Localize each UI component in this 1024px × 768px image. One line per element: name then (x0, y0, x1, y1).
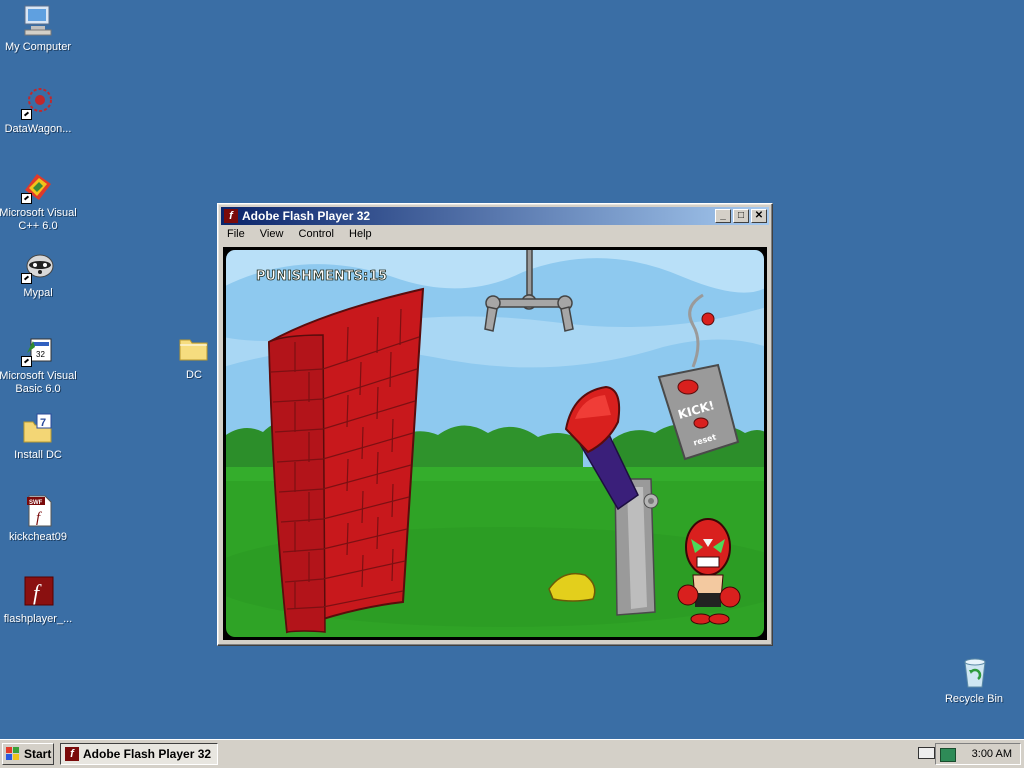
desktop-icon-visual-cpp[interactable]: Microsoft Visual C++ 6.0 (0, 170, 78, 233)
flash-icon: f (65, 747, 79, 761)
menubar: File View Control Help (221, 226, 769, 244)
menu-help[interactable]: Help (343, 226, 378, 240)
desktop-icon-install-dc[interactable]: 7 Install DC (0, 412, 78, 462)
recycle-bin-icon (957, 656, 991, 690)
windows-logo-icon (6, 747, 19, 760)
window-title: Adobe Flash Player 32 (242, 209, 371, 223)
taskbar-item-label: Adobe Flash Player 32 (83, 747, 212, 761)
desktop-icon-label: flashplayer_... (3, 613, 73, 625)
desktop-icon-label: Microsoft Visual Basic 6.0 (0, 370, 77, 395)
visual-cpp-icon (21, 170, 55, 204)
minimize-button[interactable]: _ (715, 209, 731, 223)
window-titlebar[interactable]: f Adobe Flash Player 32 _ □ ✕ (221, 207, 769, 225)
desktop-icon-my-computer[interactable]: My Computer (0, 4, 78, 54)
menu-control[interactable]: Control (293, 226, 340, 240)
system-tray: 3:00 AM (935, 743, 1021, 765)
desktop-icon-label: Microsoft Visual C++ 6.0 (0, 207, 77, 232)
flash-player-window[interactable]: f Adobe Flash Player 32 _ □ ✕ File View … (217, 203, 773, 646)
score-value: 15 (369, 269, 387, 284)
flash-stage[interactable]: PUNISHMENTS: 15 KICK! reset (223, 247, 767, 640)
computer-icon (21, 4, 55, 38)
start-label: Start (24, 747, 52, 761)
network-icon[interactable] (940, 748, 956, 762)
desktop-icon-label: My Computer (4, 41, 72, 53)
taskbar-item-flash-player[interactable]: f Adobe Flash Player 32 (60, 743, 218, 765)
mypal-icon (21, 250, 55, 284)
svg-text:SWF: SWF (29, 500, 43, 506)
keyboard-icon[interactable] (918, 747, 935, 759)
flash-icon: f (224, 209, 238, 223)
score-label: PUNISHMENTS: (256, 269, 368, 284)
clock[interactable]: 3:00 AM (972, 748, 1012, 760)
visual-basic-icon: 32 (21, 333, 55, 367)
menu-file[interactable]: File (221, 226, 251, 240)
desktop-icon-recycle-bin[interactable]: Recycle Bin (934, 656, 1014, 706)
svg-text:32: 32 (36, 350, 45, 359)
desktop-icon-label: Recycle Bin (944, 693, 1004, 705)
svg-text:7: 7 (40, 417, 46, 429)
taskbar: Start f Adobe Flash Player 32 3:00 AM (0, 739, 1024, 768)
start-button[interactable]: Start (2, 743, 54, 765)
datawagon-icon (21, 86, 55, 120)
desktop-icon-label: kickcheat09 (8, 531, 68, 543)
folder-icon (177, 332, 211, 366)
desktop-icon-kickcheat09[interactable]: SWF f kickcheat09 (0, 494, 78, 544)
swf-file-icon: SWF f (21, 494, 55, 528)
maximize-button[interactable]: □ (733, 209, 749, 223)
desktop-icon-visual-basic[interactable]: 32 Microsoft Visual Basic 6.0 (0, 333, 78, 396)
desktop-icon-mypal[interactable]: Mypal (0, 250, 78, 300)
desktop-icon-label: Mypal (23, 287, 53, 299)
desktop-icon-label: Install DC (14, 449, 62, 461)
desktop-icon-datawagon[interactable]: DataWagon... (0, 86, 78, 136)
desktop-icon-label: DataWagon... (4, 123, 72, 135)
menu-view[interactable]: View (254, 226, 290, 240)
close-button[interactable]: ✕ (751, 209, 767, 223)
brick-wall (267, 287, 425, 634)
desktop-icon-flashplayer[interactable]: f flashplayer_... (0, 576, 78, 626)
flash-player-icon: f (21, 576, 55, 610)
install-icon: 7 (21, 412, 55, 446)
